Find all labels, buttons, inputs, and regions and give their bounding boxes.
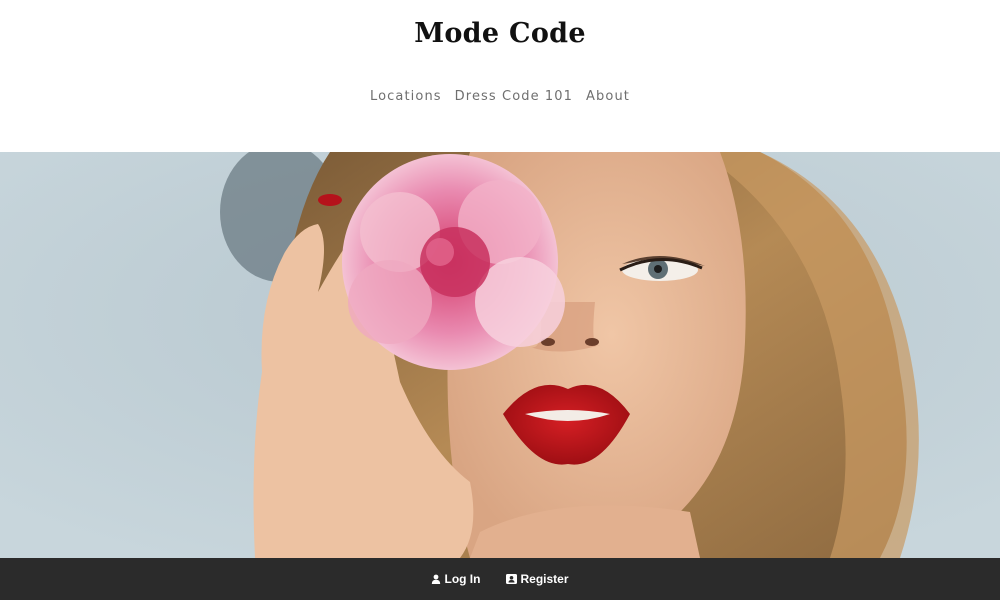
- hero-photo: [0, 152, 1000, 558]
- site-header: Mode Code Locations Dress Code 101 About: [0, 0, 1000, 152]
- flower-core: [426, 238, 454, 266]
- footer-bar: Log In Register: [0, 558, 1000, 600]
- login-label: Log In: [444, 572, 481, 586]
- register-button[interactable]: Register: [506, 572, 569, 586]
- register-label: Register: [520, 572, 569, 586]
- petal-4: [348, 260, 432, 344]
- nav-item-dress-code-101[interactable]: Dress Code 101: [455, 89, 573, 104]
- nav-item-about[interactable]: About: [586, 89, 630, 104]
- login-button[interactable]: Log In: [431, 572, 480, 586]
- user-card-icon: [506, 574, 518, 584]
- site-title[interactable]: Mode Code: [0, 18, 1000, 49]
- nostril-right: [585, 338, 599, 346]
- main-nav: Locations Dress Code 101 About: [0, 89, 1000, 104]
- nav-item-locations[interactable]: Locations: [370, 89, 442, 104]
- user-icon: [432, 574, 441, 584]
- fingernail: [318, 194, 342, 206]
- eye-pupil: [654, 265, 662, 273]
- hero-image: [0, 152, 1000, 558]
